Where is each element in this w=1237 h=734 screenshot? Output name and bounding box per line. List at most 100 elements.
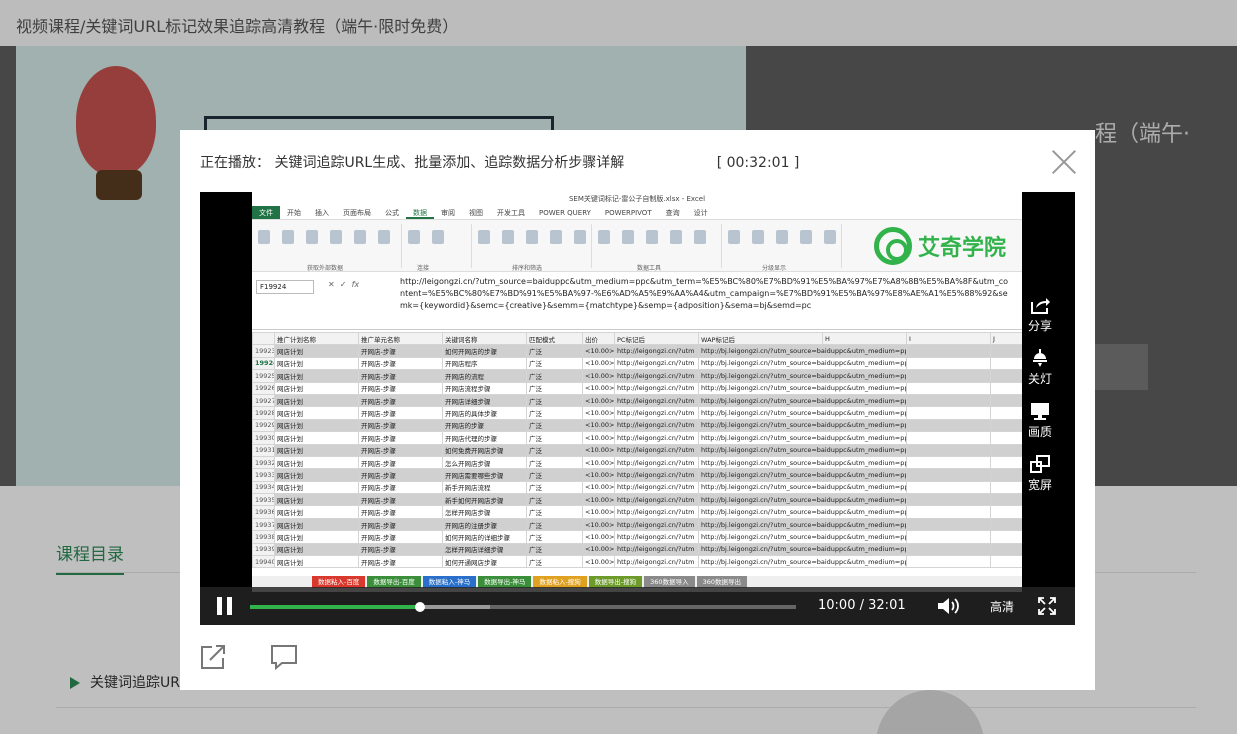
quality-button[interactable]: 高清 [990,598,1014,615]
grid-cell: 开网店的具体步骤 [442,406,527,420]
excel-tab: 数据 [406,206,434,219]
now-playing-header: 正在播放： 关键词追踪URL生成、批量添加、追踪数据分析步骤详解 [ 00:32… [200,152,799,172]
ribbon-tool-icon [670,230,682,244]
grid-cell: <10.00> [582,369,615,383]
side-control-share[interactable]: 分享 [1022,296,1058,345]
grid-cell: 广泛 [526,455,583,470]
grid-cell: 广泛 [526,418,583,433]
external-share-icon[interactable] [200,644,226,670]
grid-cell: 开网店-步骤 [358,493,443,507]
grid-cell [990,356,1022,371]
ribbon-tool-icon [694,230,706,244]
grid-cell: 开网店-步骤 [358,517,443,532]
excel-tab: POWERPIVOT [604,209,652,217]
ribbon-tool-icon [282,230,294,244]
grid-cell: 网店计划 [274,530,359,544]
grid-cell: http://bj.leigongzi.cn/?utm_source=baidu… [698,480,907,495]
grid-cell [990,480,1022,495]
side-control-widescreen[interactable]: 宽屏 [1022,455,1058,504]
grid-cell: 网店计划 [274,393,359,408]
grid-cell [906,542,991,557]
grid-cell: 网店计划 [274,505,359,519]
grid-cell: 开网店-步骤 [358,455,443,470]
row-number: 19925 [252,369,275,383]
grid-column-header: WAP标记后 [698,332,823,346]
ribbon-tool-icon [646,230,658,244]
grid-cell [990,393,1022,408]
comment-icon[interactable] [270,644,298,670]
grid-cell: 广泛 [526,555,583,569]
excel-window-title: SEM关键词标记-雷公子自制版.xlsx - Excel [568,195,706,203]
grid-column-header: 关键词名称 [442,332,527,346]
close-icon[interactable] [1050,148,1078,176]
grid-cell: 广泛 [526,480,583,495]
ribbon-tool-icon [330,230,342,244]
grid-column-header: J [990,332,1022,346]
table-row: 19928 网店计划 开网店-步骤 开网店的具体步骤 广泛 <10.00> http://l… [252,406,1022,420]
excel-tab: 查询 [665,209,680,217]
monitor-icon [1022,402,1058,420]
grid-column-header: H [822,332,907,346]
grid-cell: http://leigongzi.cn/?utm [614,443,699,457]
pause-icon[interactable] [216,597,234,615]
grid-cell: http://bj.leigongzi.cn/?utm_source=baidu… [698,406,907,420]
grid-cell: 网店计划 [274,431,359,445]
video-frame-excel: SEM关键词标记-雷公子自制版.xlsx - Excel 文件 开始 插入 页面布局 公… [252,192,1022,592]
grid-cell: 新手开网店流程 [442,480,527,495]
grid-cell: 广泛 [526,468,583,482]
progress-track[interactable] [250,602,796,612]
grid-cell: <10.00> [582,356,615,371]
grid-column-header: PC标记后 [614,332,699,346]
ribbon-tool-icon [526,230,538,244]
grid-column-header: 推广计划名称 [274,332,359,346]
grid-cell [906,455,991,470]
grid-cell: http://bj.leigongzi.cn/?utm_source=baidu… [698,555,907,569]
progress-thumb[interactable] [415,602,426,612]
row-number: 19923 [252,344,275,358]
grid-corner [252,332,275,346]
ribbon-tool-icon [502,230,514,244]
grid-cell: 广泛 [526,369,583,383]
grid-cell [906,530,991,544]
grid-cell: 开网店的注册步骤 [442,517,527,532]
side-control-light[interactable]: 关灯 [1022,349,1058,398]
ribbon-tool-icon [622,230,634,244]
current-time: 10:00 [818,598,856,613]
grid-cell [990,418,1022,433]
ribbon-tool-icon [550,230,562,244]
grid-cell: <10.00> [582,443,615,457]
grid-cell: http://leigongzi.cn/?utm [614,406,699,420]
excel-grid: 推广计划名称 推广单元名称 关键词名称 匹配模式 出价 PC标记后 WAP标记后 H I J 199… [252,332,1022,572]
ribbon-tool-icon [800,230,812,244]
table-row: 19925 网店计划 开网店-步骤 开网店的流程 广泛 <10.00> http://lei… [252,369,1022,383]
row-number: 19932 [252,455,275,470]
grid-cell: 广泛 [526,542,583,557]
fullscreen-icon[interactable] [1038,597,1056,615]
grid-cell: http://bj.leigongzi.cn/?utm_source=baidu… [698,344,907,358]
grid-cell: http://bj.leigongzi.cn/?utm_source=baidu… [698,530,907,544]
side-control-monitor[interactable]: 画质 [1022,402,1058,451]
grid-cell: 开网店-步骤 [358,480,443,495]
table-row: 19929 网店计划 开网店-步骤 开网店的步骤 广泛 <10.00> http://lei… [252,418,1022,433]
excel-tab: 文件 [252,206,280,219]
excel-ribbon-group: 获取外部数据 [252,224,402,272]
volume-icon[interactable] [936,596,962,616]
grid-cell: http://leigongzi.cn/?utm [614,431,699,445]
row-number: 19940 [252,555,275,569]
table-row: 19933 网店计划 开网店-步骤 开网店需要哪些步骤 广泛 <10.00> http://… [252,468,1022,482]
grid-cell [990,344,1022,358]
video-player[interactable]: SEM关键词标记-雷公子自制版.xlsx - Excel 文件 开始 插入 页面布局 公… [200,192,1075,625]
grid-cell: http://bj.leigongzi.cn/?utm_source=baidu… [698,443,907,457]
grid-cell: 如何开网店的步骤 [442,344,527,358]
grid-cell: 如何开网店的详细步骤 [442,530,527,544]
grid-cell: <10.00> [582,468,615,482]
grid-cell: 网店计划 [274,344,359,358]
excel-ribbon: 艾奇学院 获取外部数据 连接 排序和筛选 数据工具 分级显示 [252,220,1022,272]
side-control-label: 宽屏 [1027,478,1052,492]
grid-cell: 开网店流程步骤 [442,381,527,395]
grid-cell: <10.00> [582,381,615,395]
row-number: 19930 [252,431,275,445]
grid-cell: 网店计划 [274,443,359,457]
grid-cell: 广泛 [526,530,583,544]
excel-name-box: F19924 [256,280,314,294]
